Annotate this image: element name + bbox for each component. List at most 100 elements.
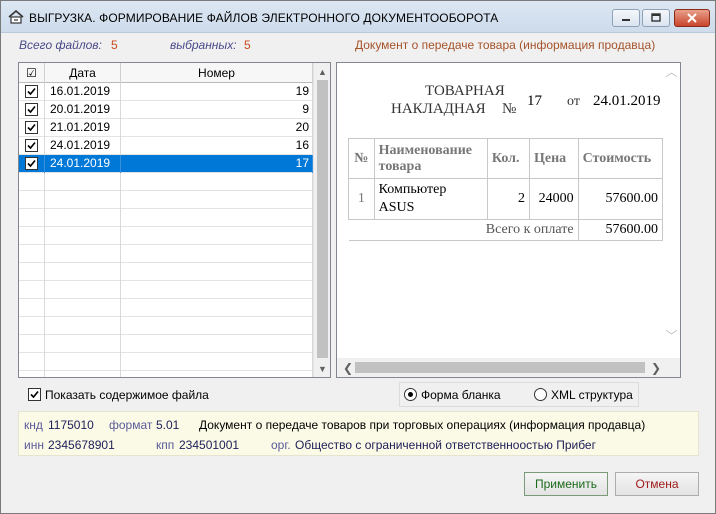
row-check-cell[interactable] xyxy=(19,371,45,377)
item-sum: 57600.00 xyxy=(577,178,663,220)
preview-vertical-scrollbar[interactable]: ︿ ﹀ xyxy=(663,63,680,358)
scroll-down-icon[interactable]: ▼ xyxy=(314,360,331,377)
row-checkbox-icon[interactable] xyxy=(25,121,38,134)
row-check-cell[interactable] xyxy=(19,83,45,101)
grid-vertical-scrollbar[interactable]: ▲ ▼ xyxy=(313,63,330,377)
row-date: 24.01.2019 xyxy=(45,137,121,155)
row-number: 9 xyxy=(121,101,313,119)
row-date xyxy=(45,317,121,335)
row-number xyxy=(121,335,313,353)
knd-label: кнд xyxy=(24,418,43,432)
row-check-cell[interactable] xyxy=(19,155,45,173)
row-number xyxy=(121,227,313,245)
row-number: 16 xyxy=(121,137,313,155)
row-check-cell[interactable] xyxy=(19,263,45,281)
file-row[interactable]: 20.01.2019 9 xyxy=(19,101,313,119)
grid-body: 16.01.2019 19 20.01.2019 9 21.01.2019 20 24.01… xyxy=(19,83,313,377)
file-row[interactable]: 24.01.2019 16 xyxy=(19,137,313,155)
org-value: Общество с ограниченной ответственноость… xyxy=(295,438,596,452)
show-file-check-icon[interactable] xyxy=(28,388,41,401)
row-check-cell[interactable] xyxy=(19,353,45,371)
header-number[interactable]: Номер xyxy=(121,63,313,83)
empty-row xyxy=(19,191,313,209)
row-date xyxy=(45,209,121,227)
document-preview[interactable]: ТОВАРНАЯ НАКЛАДНАЯ № 17 от 24.01.2019 № … xyxy=(336,62,681,378)
header-date[interactable]: Дата xyxy=(45,63,121,83)
apply-button[interactable]: Применить xyxy=(524,472,608,496)
minimize-button[interactable] xyxy=(612,9,640,27)
col-header-name: Наименование товара xyxy=(373,138,488,179)
row-number xyxy=(121,317,313,335)
row-number xyxy=(121,245,313,263)
row-date xyxy=(45,281,121,299)
title-bar[interactable]: ВЫГРУЗКА. ФОРМИРОВАНИЕ ФАЙЛОВ ЭЛЕКТРОННО… xyxy=(1,1,715,33)
row-checkbox-icon[interactable] xyxy=(25,103,38,116)
empty-row xyxy=(19,245,313,263)
inn-value: 2345678901 xyxy=(48,438,115,452)
maximize-icon xyxy=(643,10,669,26)
cancel-button[interactable]: Отмена xyxy=(615,472,699,496)
close-icon xyxy=(675,10,709,26)
row-check-cell[interactable] xyxy=(19,173,45,191)
invoice-heading-line2: НАКЛАДНАЯ xyxy=(391,101,486,117)
scroll-thumb[interactable] xyxy=(317,80,328,358)
scroll-up-icon[interactable]: ▲ xyxy=(314,63,331,80)
row-check-cell[interactable] xyxy=(19,227,45,245)
row-check-cell[interactable] xyxy=(19,191,45,209)
preview-horizontal-scrollbar[interactable]: ❮ ❯ xyxy=(337,358,663,377)
radio-xml-dot[interactable] xyxy=(534,388,547,401)
show-file-label: Показать содержимое файла xyxy=(45,388,209,402)
row-check-cell[interactable] xyxy=(19,137,45,155)
preview-hscroll-thumb[interactable] xyxy=(355,362,645,373)
row-check-cell[interactable] xyxy=(19,335,45,353)
row-check-cell[interactable] xyxy=(19,299,45,317)
file-row[interactable]: 16.01.2019 19 xyxy=(19,83,313,101)
row-check-cell[interactable] xyxy=(19,119,45,137)
export-dialog: ВЫГРУЗКА. ФОРМИРОВАНИЕ ФАЙЛОВ ЭЛЕКТРОННО… xyxy=(0,0,716,514)
header-check-all[interactable]: ☑ xyxy=(19,63,45,83)
total-label: Всего к оплате xyxy=(348,219,579,241)
files-grid[interactable]: ☑ Дата Номер 16.01.2019 19 20.01.2019 9 21.0… xyxy=(18,62,331,378)
row-date xyxy=(45,299,121,317)
grid-header: ☑ Дата Номер xyxy=(19,63,313,83)
empty-row xyxy=(19,263,313,281)
row-checkbox-icon[interactable] xyxy=(25,157,38,170)
row-number: 17 xyxy=(121,155,313,173)
row-checkbox-icon[interactable] xyxy=(25,85,38,98)
row-checkbox-icon[interactable] xyxy=(25,139,38,152)
file-row[interactable]: 21.01.2019 20 xyxy=(19,119,313,137)
row-check-cell[interactable] xyxy=(19,209,45,227)
row-date xyxy=(45,263,121,281)
summary-row: Всего файлов: 5 выбранных: 5 Документ о … xyxy=(1,38,715,54)
empty-row xyxy=(19,281,313,299)
row-date: 21.01.2019 xyxy=(45,119,121,137)
row-number xyxy=(121,281,313,299)
invoice-header-row: № Наименование товара Кол. Цена Стоимост… xyxy=(348,138,663,179)
kpp-value: 234501001 xyxy=(179,438,240,452)
row-number: 19 xyxy=(121,83,313,101)
format-label: формат xyxy=(109,418,153,432)
row-number xyxy=(121,299,313,317)
row-date: 20.01.2019 xyxy=(45,101,121,119)
maximize-button[interactable] xyxy=(642,9,670,27)
row-check-cell[interactable] xyxy=(19,317,45,335)
view-mode-group: Форма бланка XML структура xyxy=(399,382,639,407)
item-no: 1 xyxy=(348,178,375,220)
file-row[interactable]: 24.01.2019 17 xyxy=(19,155,313,173)
preview-scroll-down-icon[interactable]: ﹀ xyxy=(663,327,680,344)
row-date xyxy=(45,227,121,245)
row-check-cell[interactable] xyxy=(19,281,45,299)
preview-scroll-up-icon[interactable]: ︿ xyxy=(663,63,680,80)
radio-form-dot[interactable] xyxy=(404,388,417,401)
row-number: 20 xyxy=(121,119,313,137)
close-button[interactable] xyxy=(674,9,710,27)
row-number xyxy=(121,353,313,371)
row-number xyxy=(121,371,313,377)
row-date xyxy=(45,245,121,263)
row-check-cell[interactable] xyxy=(19,245,45,263)
row-date xyxy=(45,173,121,191)
invoice-heading-line1: ТОВАРНАЯ xyxy=(425,83,505,99)
row-number xyxy=(121,263,313,281)
row-check-cell[interactable] xyxy=(19,101,45,119)
document-meta-panel: кнд 1175010 формат 5.01 Документ о перед… xyxy=(18,411,699,456)
